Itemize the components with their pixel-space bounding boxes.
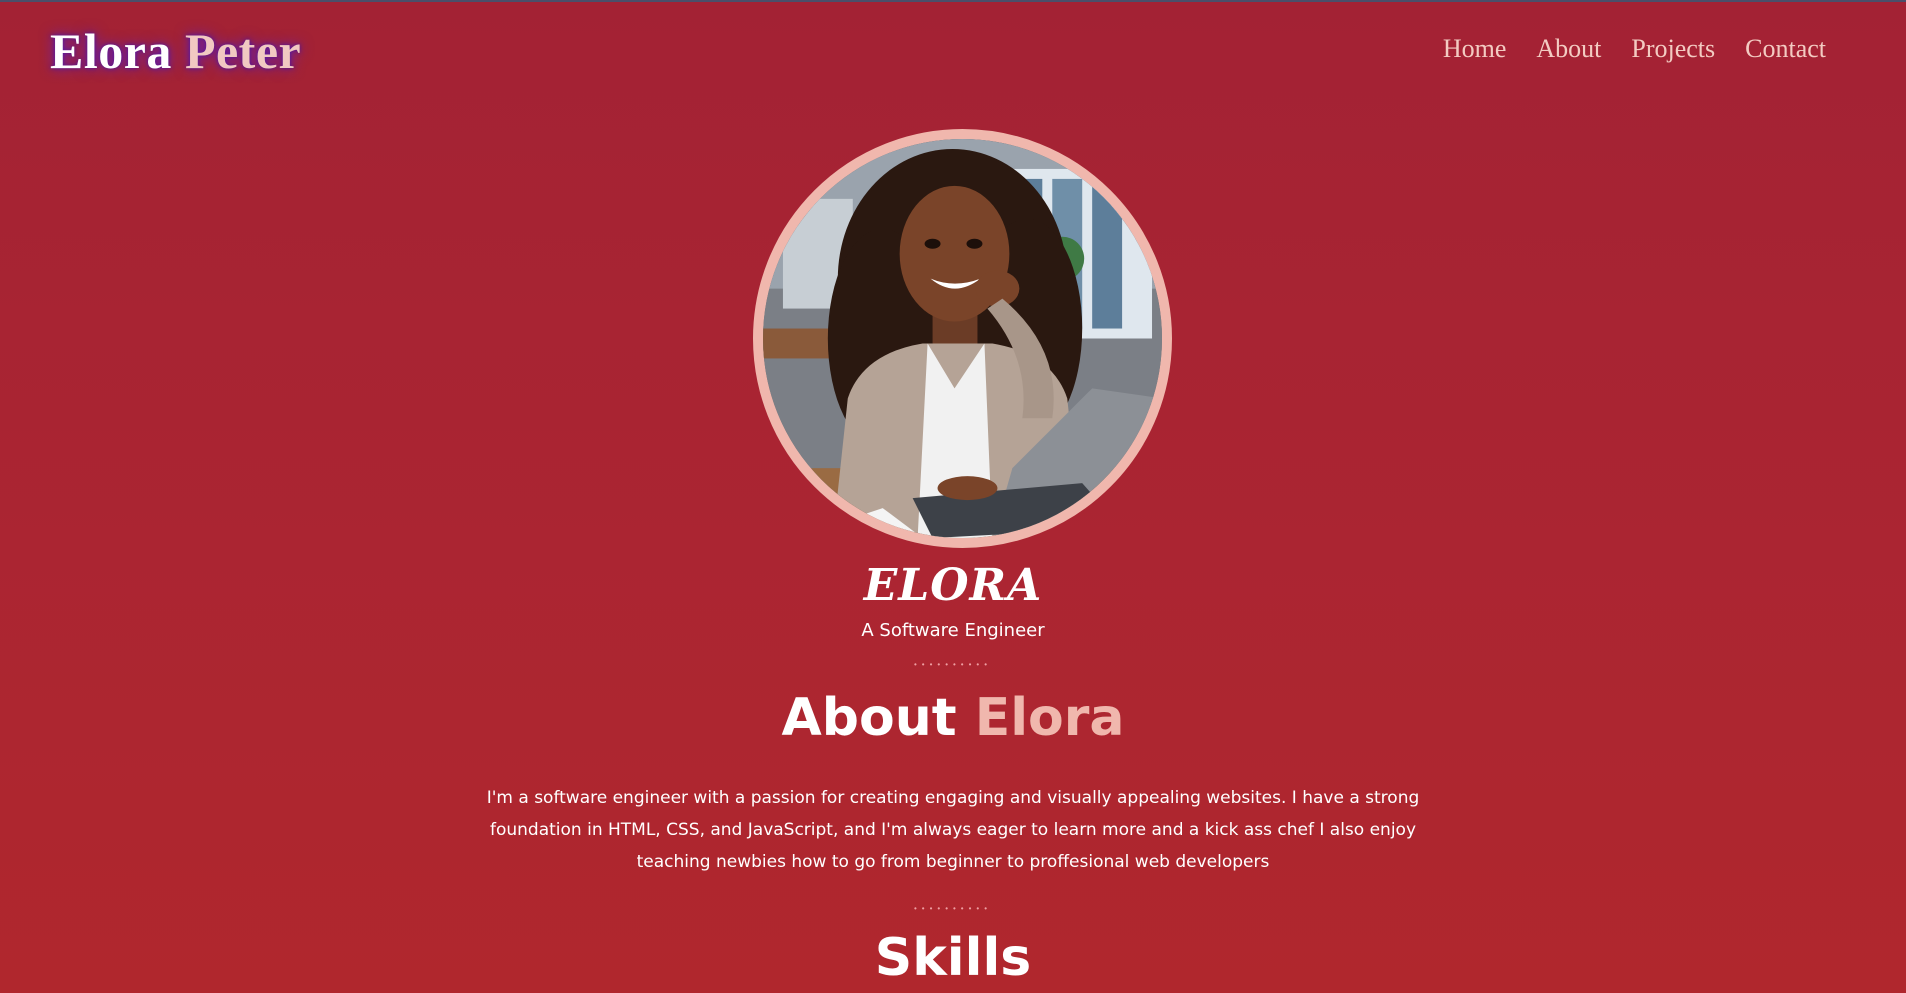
section-divider: •••••••••• [913, 660, 992, 669]
nav-link-about[interactable]: About [1536, 34, 1601, 64]
profile-photo [753, 129, 1172, 548]
about-paragraph: I'm a software engineer with a passion f… [486, 788, 1420, 872]
logo-first-name: Elora [50, 23, 172, 79]
main-nav: Home About Projects Contact [1443, 34, 1826, 64]
nav-link-projects[interactable]: Projects [1631, 34, 1715, 64]
logo-last-name: Peter [184, 23, 302, 79]
nav-link-contact[interactable]: Contact [1745, 34, 1826, 64]
skills-title: Skills [874, 928, 1032, 988]
site-logo[interactable]: Elora Peter [50, 22, 301, 80]
about-title-plain: About [781, 688, 957, 748]
section-divider: •••••••••• [913, 904, 992, 913]
about-title: About Elora [0, 688, 1906, 748]
hero-name: ELORA [863, 560, 1043, 611]
profile-photo-illustration [763, 139, 1162, 538]
nav-link-home[interactable]: Home [1443, 34, 1507, 64]
site-header: Elora Peter Home About Projects Contact [0, 0, 1906, 110]
hero-role: A Software Engineer [861, 620, 1045, 641]
about-title-accent: Elora [974, 688, 1125, 748]
